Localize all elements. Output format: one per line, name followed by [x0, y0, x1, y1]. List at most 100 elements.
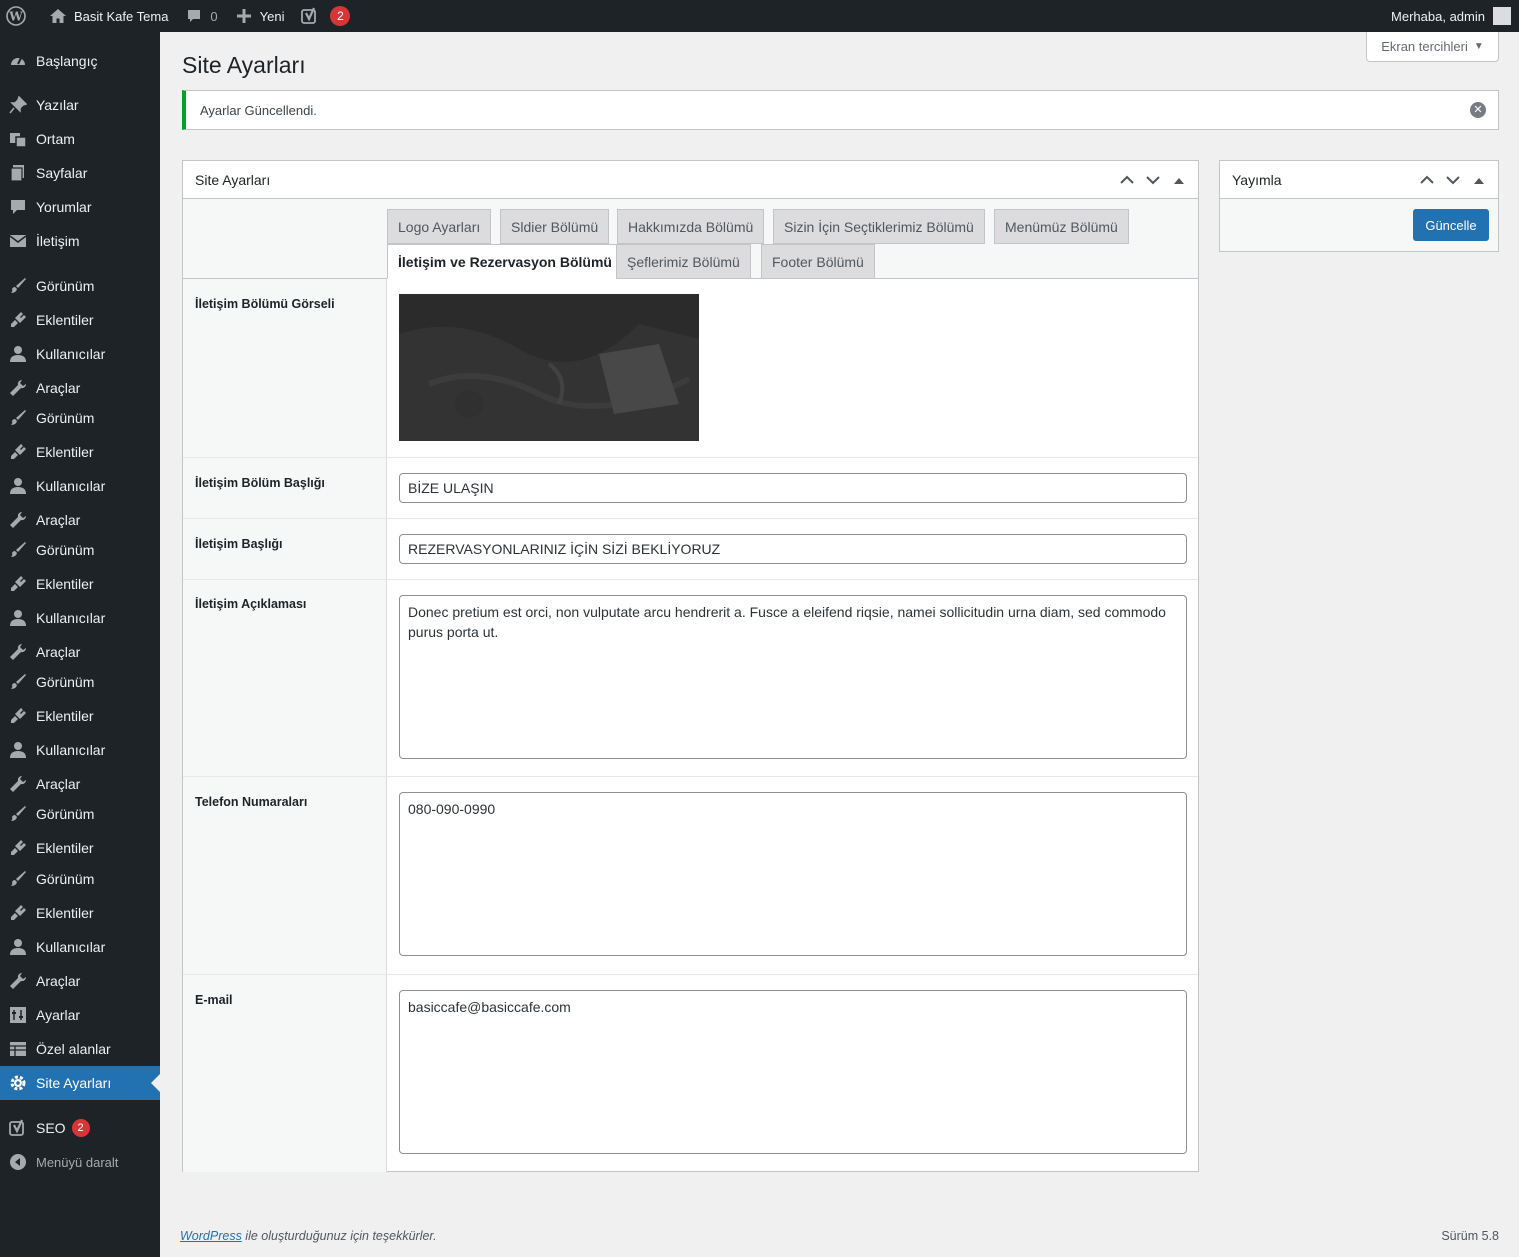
sidebar-item-26-user[interactable]: Kullanıcılar: [0, 930, 160, 964]
sidebar-item-0-dashboard[interactable]: Başlangıç: [0, 44, 160, 78]
footer-thanks: WordPress ile oluşturduğunuz için teşekk…: [180, 1229, 437, 1243]
contact-image-preview[interactable]: [399, 294, 699, 441]
site-name: Basit Kafe Tema: [74, 8, 169, 24]
sidebar-item-12-user[interactable]: Kullanıcılar: [0, 469, 160, 503]
tab-slider[interactable]: Sldier Bölümü: [500, 209, 610, 244]
sidebar-item-label: Eklentiler: [36, 708, 94, 724]
sidebar-item-3-page[interactable]: Sayfalar: [0, 156, 160, 190]
phone-textarea[interactable]: 080-090-0990: [399, 792, 1187, 956]
admin-menu: Başlangıç Yazılar Ortam Sayfalar Yorumlar İle…: [0, 32, 160, 1257]
sidebar-item-9-wrench[interactable]: Araçlar: [0, 371, 160, 405]
brush-icon: [8, 276, 28, 296]
sidebar-item-label: Başlangıç: [36, 53, 98, 69]
tab-contact[interactable]: İletişim ve Rezervasyon Bölümü: [387, 244, 623, 279]
sidebar-item-19-plugin[interactable]: Eklentiler: [0, 699, 160, 733]
sidebar-item-13-wrench[interactable]: Araçlar: [0, 503, 160, 537]
sidebar-item-24-brush[interactable]: Görünüm: [0, 862, 160, 896]
sidebar-item-8-user[interactable]: Kullanıcılar: [0, 337, 160, 371]
plugin-icon: [8, 903, 28, 923]
update-button[interactable]: Güncelle: [1413, 209, 1489, 241]
sidebar-item-15-plugin[interactable]: Eklentiler: [0, 567, 160, 601]
sidebar-item-label: Kullanıcılar: [36, 346, 106, 362]
move-down-icon[interactable]: [1144, 172, 1162, 188]
wordpress-logo-button[interactable]: W: [0, 0, 40, 32]
tab-logo[interactable]: Logo Ayarları: [387, 209, 492, 244]
move-up-icon[interactable]: [1118, 172, 1136, 188]
sidebar-item-27-wrench[interactable]: Araçlar: [0, 964, 160, 998]
sidebar-item-30-gear[interactable]: Site Ayarları: [0, 1066, 160, 1100]
contact-title-input[interactable]: [399, 534, 1187, 564]
email-textarea[interactable]: basiccafe@basiccafe.com: [399, 990, 1187, 1154]
sidebar-item-6-brush[interactable]: Görünüm: [0, 269, 160, 303]
wrench-icon: [8, 378, 28, 398]
site-name-link[interactable]: Basit Kafe Tema: [40, 0, 176, 32]
sidebar-item-25-plugin[interactable]: Eklentiler: [0, 896, 160, 930]
new-content-link[interactable]: Yeni: [226, 0, 293, 32]
sidebar-item-label: Sayfalar: [36, 165, 88, 181]
contact-title-label: İletişim Başlığı: [195, 537, 283, 551]
tab-picks[interactable]: Sizin İçin Seçtiklerimiz Bölümü: [773, 209, 985, 244]
brush-icon: [8, 804, 28, 824]
sidebar-item-10-brush[interactable]: Görünüm: [0, 401, 160, 435]
seo-notification-badge: 2: [330, 6, 351, 26]
home-icon: [48, 6, 68, 26]
sidebar-item-2-media[interactable]: Ortam: [0, 122, 160, 156]
seo-adminbar-link[interactable]: 2: [292, 0, 358, 32]
sidebar-item-label: Eklentiler: [36, 576, 94, 592]
row-divider: [183, 776, 1198, 777]
sidebar-item-label: Ayarlar: [36, 1007, 81, 1023]
brush-icon: [8, 869, 28, 889]
admin-bar: W Basit Kafe Tema 0 Yeni 2 Merhaba, admi…: [0, 0, 1519, 32]
success-notice: Ayarlar Güncellendi. ✕: [182, 90, 1499, 130]
move-down-icon[interactable]: [1444, 172, 1462, 188]
tab-chefs[interactable]: Şeflerimiz Bölümü: [616, 244, 751, 279]
sidebar-item-label: Yorumlar: [36, 199, 92, 215]
account-menu[interactable]: Merhaba, admin: [1383, 0, 1519, 32]
move-up-icon[interactable]: [1418, 172, 1436, 188]
sidebar-item-31-yoast[interactable]: SEO 2: [0, 1111, 160, 1145]
toggle-panel-icon[interactable]: [1170, 172, 1188, 188]
box-title: Site Ayarları: [195, 171, 271, 188]
tab-menu[interactable]: Menümüz Bölümü: [994, 209, 1129, 244]
page-icon: [8, 163, 28, 183]
screen-options-button[interactable]: Ekran tercihleri ▼: [1366, 32, 1499, 62]
sidebar-item-21-wrench[interactable]: Araçlar: [0, 767, 160, 801]
yoast-icon: [8, 1118, 28, 1138]
comments-link[interactable]: 0: [176, 0, 225, 32]
media-icon: [8, 129, 28, 149]
sidebar-item-18-brush[interactable]: Görünüm: [0, 665, 160, 699]
sidebar-item-5-mail[interactable]: İletişim: [0, 224, 160, 258]
sidebar-item-4-comment[interactable]: Yorumlar: [0, 190, 160, 224]
sidebar-item-17-wrench[interactable]: Araçlar: [0, 635, 160, 669]
section-title-label: İletişim Bölüm Başlığı: [195, 476, 325, 490]
sidebar-item-32-collapse[interactable]: Menüyü daralt: [0, 1145, 160, 1179]
plugin-icon: [8, 442, 28, 462]
toggle-panel-icon[interactable]: [1470, 172, 1488, 188]
sidebar-item-28-settings[interactable]: Ayarlar: [0, 998, 160, 1032]
sidebar-item-label: Görünüm: [36, 410, 95, 426]
sidebar-item-1-pin[interactable]: Yazılar: [0, 88, 160, 122]
section-title-input[interactable]: [399, 473, 1187, 503]
sidebar-item-20-user[interactable]: Kullanıcılar: [0, 733, 160, 767]
sidebar-item-11-plugin[interactable]: Eklentiler: [0, 435, 160, 469]
sidebar-item-16-user[interactable]: Kullanıcılar: [0, 601, 160, 635]
settings-icon: [8, 1005, 28, 1025]
sidebar-item-29-table[interactable]: Özel alanlar: [0, 1032, 160, 1066]
wordpress-link[interactable]: WordPress: [180, 1229, 242, 1243]
user-icon: [8, 344, 28, 364]
caret-down-icon: ▼: [1473, 41, 1484, 52]
wrench-icon: [8, 642, 28, 662]
description-textarea[interactable]: Donec pretium est orci, non vulputate ar…: [399, 595, 1187, 759]
sidebar-item-14-brush[interactable]: Görünüm: [0, 533, 160, 567]
sidebar-item-7-plugin[interactable]: Eklentiler: [0, 303, 160, 337]
row-divider: [183, 974, 1198, 975]
user-icon: [8, 740, 28, 760]
sidebar-item-23-plugin[interactable]: Eklentiler: [0, 831, 160, 865]
comment-icon: [8, 197, 28, 217]
sidebar-item-22-brush[interactable]: Görünüm: [0, 797, 160, 831]
dismiss-icon[interactable]: ✕: [1470, 102, 1486, 118]
tab-about[interactable]: Hakkımızda Bölümü: [617, 209, 765, 244]
sidebar-item-label: Eklentiler: [36, 312, 94, 328]
tab-footer[interactable]: Footer Bölümü: [761, 244, 875, 279]
plugin-icon: [8, 838, 28, 858]
